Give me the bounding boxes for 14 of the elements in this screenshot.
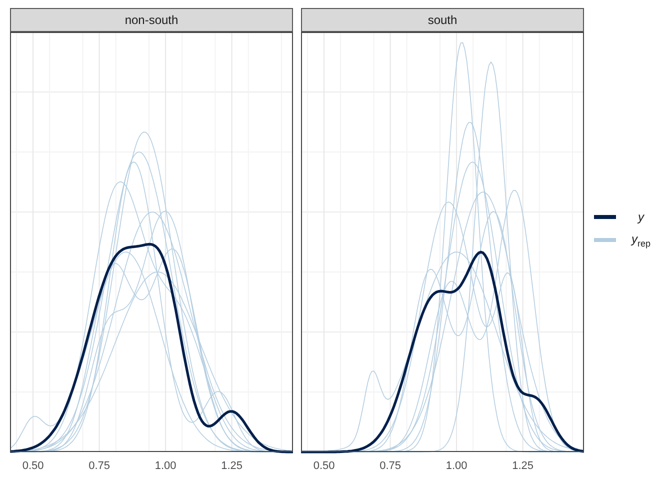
axis-tick-label: 1.00 bbox=[446, 460, 468, 472]
legend-key-icon bbox=[594, 214, 616, 219]
axis-tick-label: 0.50 bbox=[22, 460, 44, 472]
axis-tick-label: 0.75 bbox=[88, 460, 110, 472]
axis-tick-label: 0.75 bbox=[380, 460, 401, 472]
axis-tick-label: 1.25 bbox=[221, 460, 242, 472]
axis-tick-label: 0.50 bbox=[313, 460, 335, 472]
facet-title: south bbox=[301, 8, 584, 32]
facet-title: non-south bbox=[10, 8, 293, 32]
legend-key-icon bbox=[594, 238, 616, 242]
axis-tick-label: 1.25 bbox=[512, 460, 534, 472]
legend-label: y bbox=[636, 210, 646, 224]
axis-tick-label: 1.00 bbox=[154, 460, 176, 472]
legend-label: y$_{rep}$ bbox=[630, 232, 652, 248]
